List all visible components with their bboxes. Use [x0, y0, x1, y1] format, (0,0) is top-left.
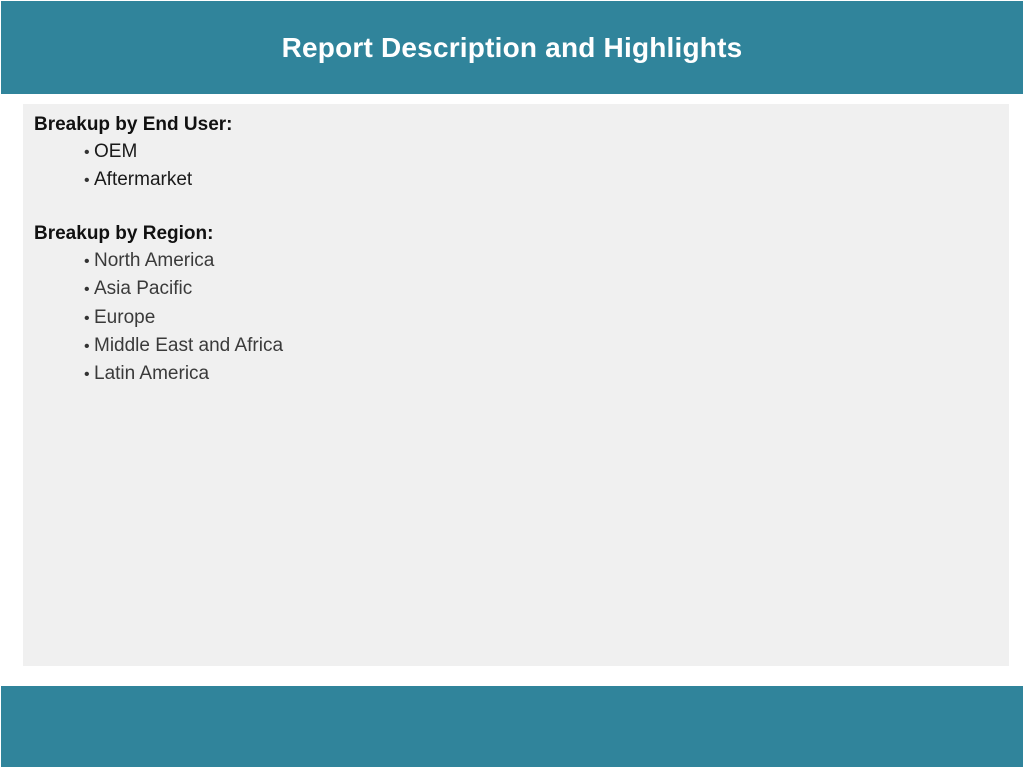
end-user-list: • OEM • Aftermarket: [34, 138, 233, 195]
list-item-label: Europe: [94, 306, 156, 328]
footer-band: [1, 686, 1023, 767]
page-title: Report Description and Highlights: [281, 31, 743, 63]
list-item-label: Asia Pacific: [94, 278, 193, 300]
section-end-user: Breakup by End User: • OEM • Aftermarket: [34, 111, 233, 195]
list-item: • Middle East and Africa: [84, 332, 283, 360]
bullet-icon: •: [84, 337, 90, 355]
bullet-icon: •: [84, 144, 90, 161]
list-item: • Latin America: [84, 360, 283, 388]
section-heading-end-user: Breakup by End User:: [34, 114, 233, 135]
section-heading-region: Breakup by Region:: [34, 223, 214, 244]
list-item: • North America: [84, 247, 283, 275]
bullet-icon: •: [84, 253, 90, 270]
list-item-label: Latin America: [94, 363, 210, 385]
bullet-icon: •: [84, 309, 90, 327]
content-panel: Breakup by End User: • OEM • Aftermarket B…: [23, 104, 1009, 666]
list-item: • Europe: [84, 304, 283, 332]
header-band: Report Description and Highlights: [1, 1, 1023, 94]
list-item-label: North America: [94, 250, 215, 271]
bullet-icon: •: [84, 281, 90, 299]
bullet-icon: •: [84, 366, 90, 384]
list-item: • Asia Pacific: [84, 275, 283, 303]
list-item: • Aftermarket: [84, 166, 233, 194]
bullet-icon: •: [84, 172, 90, 190]
list-item-label: Middle East and Africa: [94, 334, 284, 356]
list-item: • OEM: [84, 138, 233, 166]
section-region: Breakup by Region: • North America • Asia …: [34, 220, 283, 388]
list-item-label: OEM: [94, 141, 138, 162]
list-item-label: Aftermarket: [94, 169, 193, 191]
region-list: • North America • Asia Pacific • Europe • Mi…: [34, 247, 283, 388]
